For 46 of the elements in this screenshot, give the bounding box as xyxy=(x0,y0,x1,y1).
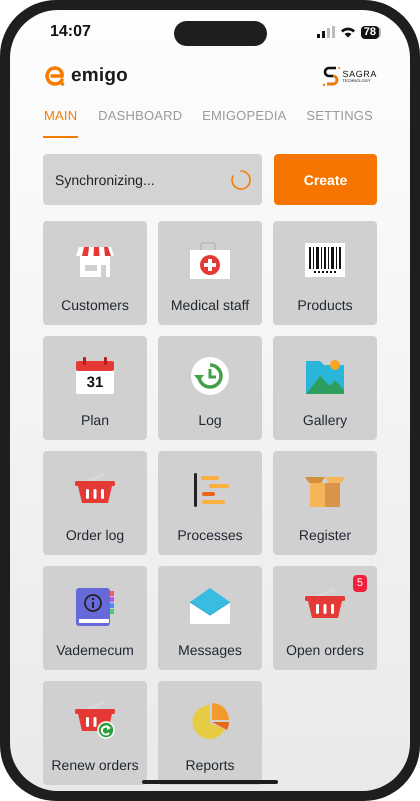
menu-tile[interactable]: Processes xyxy=(158,451,262,555)
menu-tile[interactable]: Register xyxy=(273,451,377,555)
tile-label: Order log xyxy=(66,527,124,543)
spinner-icon xyxy=(230,168,252,190)
tile-label: Vademecum xyxy=(56,642,134,658)
status-time: 14:07 xyxy=(50,23,91,41)
home-indicator[interactable] xyxy=(142,780,278,784)
book-icon xyxy=(73,586,117,626)
calendar-day: 31 xyxy=(73,374,117,392)
tile-label: Log xyxy=(198,412,222,428)
tile-label: Open orders xyxy=(286,642,364,658)
basket-renew-icon xyxy=(73,701,117,741)
menu-tile[interactable]: 31 Plan xyxy=(43,336,147,440)
app-name: emigo xyxy=(71,65,128,87)
menu-tile[interactable]: Renew orders xyxy=(43,681,147,785)
logo-icon xyxy=(45,66,65,86)
menu-tile[interactable]: Medical staff xyxy=(158,221,262,325)
menu-tile[interactable]: Vademecum xyxy=(43,566,147,670)
tile-label: Register xyxy=(298,527,352,543)
signal-icon xyxy=(316,26,335,38)
tile-label: Customers xyxy=(61,297,129,313)
tile-label: Messages xyxy=(178,642,242,658)
battery-percent: 78 xyxy=(364,26,376,38)
menu-tile[interactable]: Products xyxy=(273,221,377,325)
menu-tile[interactable]: Order log xyxy=(43,451,147,555)
menu-tile[interactable]: Reports xyxy=(158,681,262,785)
partner-logo-icon xyxy=(322,65,340,87)
count-badge: 5 xyxy=(352,575,367,592)
tile-label: Renew orders xyxy=(51,757,139,773)
tile-label: Reports xyxy=(185,757,235,773)
envelope-icon xyxy=(188,586,232,626)
menu-tile[interactable]: Open orders 5 xyxy=(273,566,377,670)
tile-label: Medical staff xyxy=(170,297,250,313)
menu-tile[interactable]: Customers xyxy=(43,221,147,325)
tile-label: Processes xyxy=(177,527,243,543)
first-aid-kit-icon xyxy=(188,241,232,281)
menu-tile[interactable]: Log xyxy=(158,336,262,440)
tile-label: Plan xyxy=(80,412,110,428)
menu-tile[interactable]: Messages xyxy=(158,566,262,670)
partner-name: SAGRA xyxy=(342,70,377,78)
wifi-icon xyxy=(340,26,356,38)
tile-label: Gallery xyxy=(302,412,348,428)
menu-tile[interactable]: Gallery xyxy=(273,336,377,440)
tile-label: Products xyxy=(297,297,353,313)
sync-status: Synchronizing... xyxy=(55,172,155,188)
calendar-icon xyxy=(73,356,117,396)
